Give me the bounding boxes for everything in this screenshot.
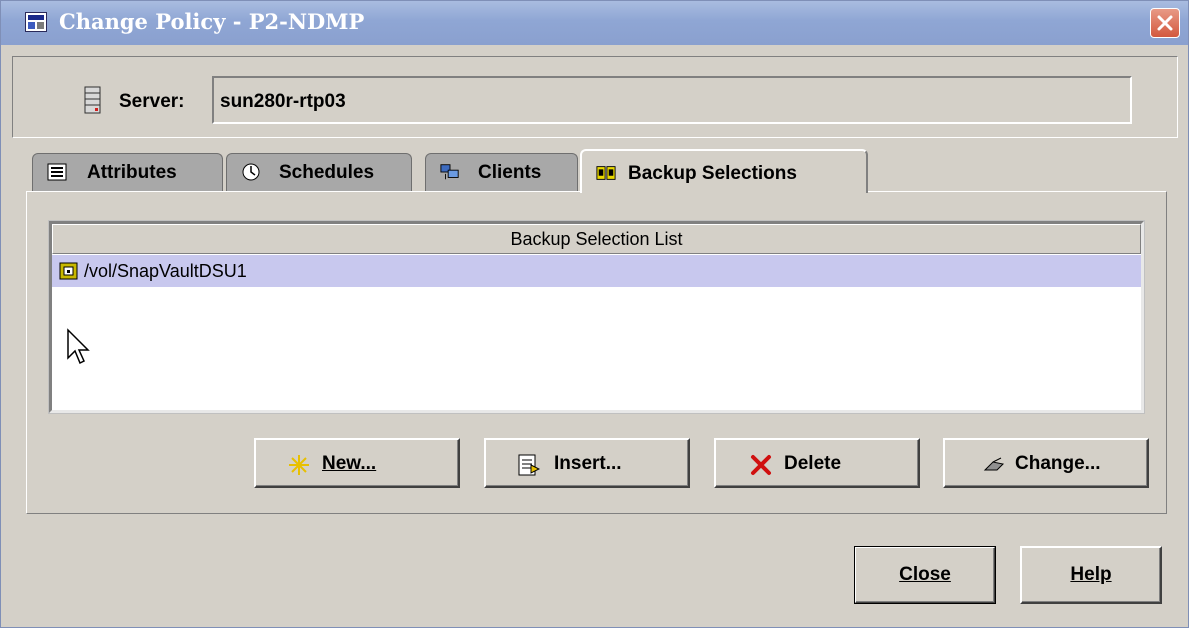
list-icon <box>47 163 67 181</box>
new-button[interactable]: New... <box>254 438 460 488</box>
window-title: Change Policy - P2-NDMP <box>59 9 365 34</box>
new-button-label: New... <box>322 453 377 474</box>
sparkle-icon <box>289 455 309 475</box>
volume-icon <box>59 262 78 280</box>
tab-label: Schedules <box>279 162 375 183</box>
clock-icon <box>242 163 260 181</box>
list-header[interactable]: Backup Selection List <box>52 224 1141 254</box>
help-button-label: Help <box>1070 564 1112 585</box>
server-label: Server: <box>119 91 185 112</box>
insert-button-label: Insert... <box>554 453 622 474</box>
delete-button[interactable]: Delete <box>714 438 920 488</box>
close-button[interactable]: Close <box>854 546 996 604</box>
tab-schedules[interactable]: Schedules <box>226 153 412 191</box>
close-icon <box>1157 15 1173 31</box>
change-button-label: Change... <box>1015 453 1101 474</box>
delete-button-label: Delete <box>784 453 842 474</box>
tab-attributes[interactable]: Attributes <box>32 153 223 191</box>
insert-icon <box>518 454 540 476</box>
delete-icon <box>751 455 771 475</box>
list-item[interactable]: /vol/SnapVaultDSU1 <box>52 255 1141 287</box>
tab-label: Clients <box>478 162 542 183</box>
tab-label: Attributes <box>87 162 177 183</box>
server-value: sun280r-rtp03 <box>220 91 346 112</box>
change-policy-dialog: Change Policy - P2-NDMP Server: sun280r-… <box>0 0 1189 628</box>
tab-clients[interactable]: Clients <box>425 153 578 191</box>
mouse-cursor-icon <box>67 328 90 365</box>
tab-label: Backup Selections <box>628 163 797 184</box>
help-button[interactable]: Help <box>1020 546 1162 604</box>
change-button[interactable]: Change... <box>943 438 1149 488</box>
server-icon <box>84 86 101 114</box>
close-window-button[interactable] <box>1150 8 1180 38</box>
backup-selections-panel: Backup Selection List /vol/SnapVaultDSU1… <box>26 191 1167 514</box>
selection-path: /vol/SnapVaultDSU1 <box>84 261 247 281</box>
server-bar: Server: sun280r-rtp03 <box>12 56 1178 138</box>
close-button-label: Close <box>899 564 951 585</box>
edit-icon <box>983 457 1005 471</box>
insert-button[interactable]: Insert... <box>484 438 690 488</box>
backup-selection-list[interactable]: Backup Selection List /vol/SnapVaultDSU1 <box>48 220 1145 414</box>
app-icon <box>25 12 47 32</box>
books-icon <box>596 166 616 180</box>
title-bar[interactable]: Change Policy - P2-NDMP <box>1 1 1188 45</box>
server-field: sun280r-rtp03 <box>212 76 1132 124</box>
computers-icon <box>440 164 459 180</box>
tab-backup-selections[interactable]: Backup Selections <box>580 149 868 193</box>
